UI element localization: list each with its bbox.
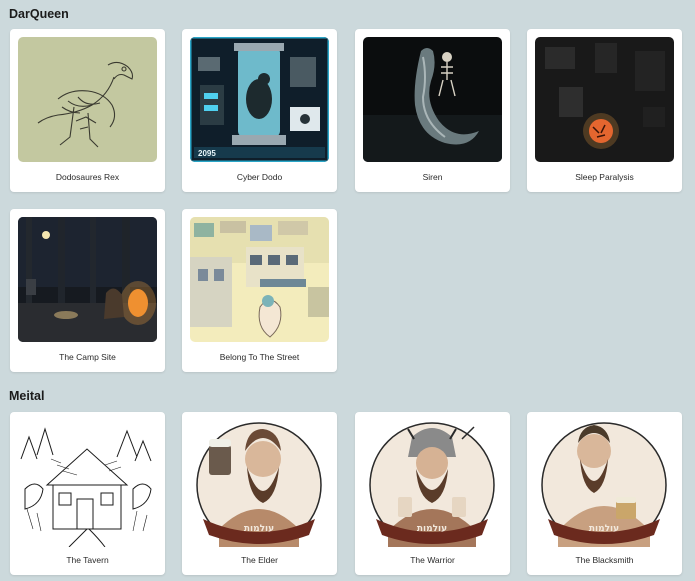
artwork-image-siren[interactable] — [363, 37, 502, 162]
artwork-title: Cyber Dodo — [236, 172, 283, 182]
artwork-title: The Camp Site — [59, 352, 116, 362]
svg-text:עולמות: עולמות — [589, 524, 619, 534]
artwork-image-sleep-paralysis[interactable] — [535, 37, 674, 162]
artwork-card-cyber-dodo[interactable]: 2095 Cyber Dodo — [182, 29, 337, 192]
artwork-title: The Tavern — [66, 555, 109, 565]
artwork-card-sleep-paralysis[interactable]: Sleep Paralysis — [527, 29, 682, 192]
section-title-meital: Meital — [9, 389, 45, 403]
artwork-card-the-camp-site[interactable]: The Camp Site — [10, 209, 165, 372]
artwork-card-siren[interactable]: Siren — [355, 29, 510, 192]
artwork-title: Dodosaures Rex — [55, 172, 120, 182]
svg-text:עולמות: עולמות — [244, 524, 274, 534]
artwork-title: Siren — [422, 172, 443, 182]
artwork-image-the-tavern[interactable] — [17, 419, 158, 547]
artwork-title: Belong To The Street — [219, 352, 300, 362]
artwork-card-the-warrior[interactable]: עולמות The Warrior — [355, 412, 510, 575]
artwork-image-the-elder[interactable]: עולמות — [189, 419, 330, 547]
artwork-image-the-camp-site[interactable] — [18, 217, 157, 342]
artwork-card-the-blacksmith[interactable]: עולמות The Blacksmith — [527, 412, 682, 575]
artwork-card-the-tavern[interactable]: The Tavern — [10, 412, 165, 575]
artwork-card-the-elder[interactable]: עולמות The Elder — [182, 412, 337, 575]
artwork-image-dodosaures-rex[interactable] — [18, 37, 157, 162]
svg-text:עולמות: עולמות — [417, 524, 447, 534]
section-title-darqueen: DarQueen — [9, 7, 69, 21]
artwork-title: The Blacksmith — [575, 555, 634, 565]
artwork-card-dodosaures-rex[interactable]: Dodosaures Rex — [10, 29, 165, 192]
artwork-title: The Elder — [241, 555, 278, 565]
cyber-dodo-year-label: 2095 — [198, 149, 216, 158]
artwork-image-cyber-dodo[interactable]: 2095 — [190, 37, 329, 162]
artwork-image-the-warrior[interactable]: עולמות — [362, 419, 503, 547]
artwork-image-belong-to-the-street[interactable] — [190, 217, 329, 342]
artwork-title: Sleep Paralysis — [575, 172, 634, 182]
artwork-image-the-blacksmith[interactable]: עולמות — [534, 419, 675, 547]
artwork-title: The Warrior — [410, 555, 455, 565]
artwork-card-belong-to-the-street[interactable]: Belong To The Street — [182, 209, 337, 372]
